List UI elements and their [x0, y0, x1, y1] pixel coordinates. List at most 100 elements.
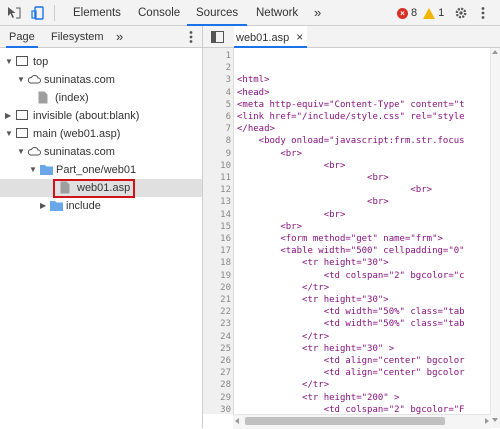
vertical-scrollbar[interactable] [490, 48, 500, 428]
line-number: 10 [220, 160, 231, 171]
error-counter[interactable]: × 8 1 [397, 6, 444, 20]
code-line: <td align="center" bgcolor [237, 368, 465, 379]
line-number: 28 [220, 380, 231, 391]
more-tabs-button[interactable]: » [314, 0, 321, 25]
tree-label: main (web01.asp) [33, 128, 121, 140]
scroll-down-icon[interactable] [492, 418, 498, 422]
code-line: <form method="get" name="frm"> [237, 234, 443, 244]
code-line: <link href="/include/style.css" rel="sty… [237, 112, 465, 122]
close-icon[interactable]: × [296, 30, 303, 44]
navigator-menu-icon[interactable] [183, 29, 199, 45]
error-count: 8 [411, 7, 418, 19]
expanded-arrow-icon: ▼ [5, 57, 13, 66]
tab-page[interactable]: Page [6, 26, 38, 48]
line-number: 19 [220, 270, 231, 281]
toggle-navigator-icon[interactable] [209, 29, 225, 45]
code-line: <html> [237, 75, 270, 86]
line-number: 12 [220, 185, 231, 196]
line-number: 14 [220, 209, 231, 220]
line-number: 26 [220, 356, 231, 366]
line-number: 3 [225, 75, 231, 86]
line-number: 24 [220, 331, 231, 342]
tab-sources[interactable]: Sources [187, 0, 248, 26]
toolbar-divider [54, 5, 55, 21]
tree-item-folder[interactable]: ▼ Part_one/web01 [0, 161, 202, 179]
collapsed-arrow-icon: ▶ [5, 111, 12, 120]
line-number: 11 [220, 173, 231, 183]
line-number: 17 [220, 246, 231, 257]
horizontal-scrollbar[interactable] [233, 414, 491, 429]
line-number: 4 [225, 87, 231, 98]
line-number: 13 [220, 197, 231, 208]
tree-label: suninatas.com [44, 74, 115, 86]
folder-icon [50, 199, 63, 217]
code-line: </head> [237, 124, 275, 135]
code-line: <tr height="30" > [237, 343, 395, 354]
file-tab-label: web01.asp [236, 32, 290, 44]
expanded-arrow-icon: ▼ [17, 75, 25, 84]
tree-item-top[interactable]: ▼ top [0, 53, 202, 71]
code-line: <td colspan="2" bgcolor="c [237, 270, 465, 281]
tree-item-folder[interactable]: ▶ include [0, 197, 202, 215]
navigator-tabs: Page Filesystem » [0, 26, 202, 48]
code-line: <head> [237, 87, 270, 98]
navigator-panel: Page Filesystem » ▼ top ▼ suninatas.com … [0, 26, 203, 428]
collapsed-arrow-icon: ▶ [40, 201, 47, 210]
tree-label: suninatas.com [44, 146, 115, 158]
line-number: 27 [220, 368, 231, 379]
code-area[interactable]: 1 2 3 4 5 6 7 8 9 10 11 12 13 14 15 16 17 18 19 20 21 22 23 24 2… [203, 48, 491, 414]
tree-item-domain[interactable]: ▼ suninatas.com [0, 71, 202, 89]
warning-count: 1 [438, 7, 445, 19]
kebab-menu-icon[interactable] [475, 5, 491, 21]
tree-label: include [66, 200, 101, 212]
tab-network[interactable]: Network [256, 0, 298, 25]
line-number: 21 [220, 295, 231, 305]
device-toolbar-icon[interactable] [30, 5, 46, 21]
highlight-box [53, 179, 135, 198]
expanded-arrow-icon: ▼ [5, 129, 13, 138]
line-number: 16 [220, 234, 231, 244]
tab-filesystem[interactable]: Filesystem [51, 26, 104, 47]
tab-console[interactable]: Console [138, 0, 180, 25]
tab-elements[interactable]: Elements [73, 0, 121, 25]
tree-label: top [33, 56, 49, 68]
tree-label: Part_one/web01 [56, 164, 137, 176]
line-number: 22 [220, 307, 231, 318]
tree-label: (index) [55, 92, 89, 104]
tree-item-frame[interactable]: ▶ invisible (about:blank) [0, 107, 202, 125]
line-number: 15 [220, 221, 231, 232]
code-line: <td width="50%" class="tab [237, 307, 465, 318]
inspect-element-icon[interactable] [6, 5, 22, 21]
code-line: </tr> [237, 331, 330, 342]
settings-gear-icon[interactable] [453, 5, 469, 21]
expanded-arrow-icon: ▼ [17, 147, 25, 156]
expanded-arrow-icon: ▼ [29, 165, 37, 174]
line-number: 18 [220, 258, 231, 269]
line-number: 9 [225, 148, 231, 159]
code-line: <tr height="30"> [237, 258, 389, 269]
file-tab[interactable]: web01.asp × [234, 26, 308, 48]
tree-item-frame[interactable]: ▼ main (web01.asp) [0, 125, 202, 143]
code-line: <meta http-equiv="Content-Type" content=… [237, 99, 465, 110]
line-number: 30 [220, 404, 231, 414]
scroll-right-icon[interactable] [485, 418, 489, 424]
scroll-up-icon[interactable] [492, 50, 498, 54]
code-line: </tr> [237, 282, 330, 293]
error-icon: × [397, 7, 408, 19]
code-line: </tr> [237, 380, 330, 391]
tree-item-domain[interactable]: ▼ suninatas.com [0, 143, 202, 161]
tree-label: invisible (about:blank) [33, 110, 140, 122]
code-line: <br> [237, 209, 346, 220]
line-number: 23 [220, 319, 231, 330]
code-line: <br> [237, 160, 346, 171]
code-line: <td align="center" bgcolor [237, 356, 465, 366]
line-number: 25 [220, 343, 231, 354]
tree-item-file[interactable]: (index) [0, 89, 202, 107]
scroll-left-icon[interactable] [235, 418, 239, 424]
scroll-thumb[interactable] [245, 417, 445, 425]
code-line: <br> [237, 197, 389, 208]
code-line: <br> [237, 221, 303, 232]
more-navigator-tabs-button[interactable]: » [116, 26, 123, 47]
line-number: 5 [225, 99, 231, 110]
code-line: <br> [237, 148, 303, 159]
